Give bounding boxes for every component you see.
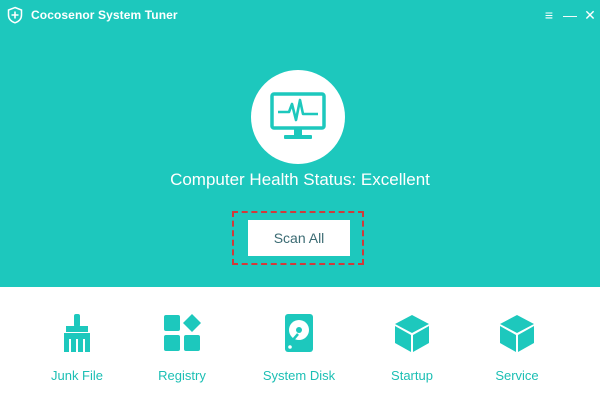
tool-label: Service xyxy=(495,368,539,383)
tool-label: Startup xyxy=(391,368,433,383)
health-badge xyxy=(251,70,345,164)
app-title: Cocosenor System Tuner xyxy=(31,8,178,22)
tool-startup[interactable]: Startup xyxy=(357,313,467,393)
tool-service[interactable]: Service xyxy=(462,313,572,393)
tools-panel: Junk File Registry System Disk Startup S… xyxy=(0,287,600,415)
broom-icon xyxy=(64,314,90,352)
cube-icon xyxy=(395,315,429,352)
minimize-icon[interactable]: — xyxy=(562,7,578,23)
shield-cross-icon xyxy=(7,6,23,24)
tool-system-disk[interactable]: System Disk xyxy=(244,313,354,393)
hard-disk-icon xyxy=(285,314,313,352)
scan-all-button[interactable]: Scan All xyxy=(248,220,350,256)
menu-icon[interactable]: ≡ xyxy=(541,7,557,23)
monitor-heartbeat-icon xyxy=(270,92,326,139)
grid-diamond-icon xyxy=(164,314,201,351)
cube-icon xyxy=(500,315,534,352)
tool-label: Junk File xyxy=(50,368,104,383)
top-panel: Cocosenor System Tuner ≡ — ✕ Computer He… xyxy=(0,0,600,287)
tool-label: System Disk xyxy=(262,368,336,383)
tool-junk-file[interactable]: Junk File xyxy=(22,313,132,393)
app-window: Cocosenor System Tuner ≡ — ✕ Computer He… xyxy=(0,0,600,415)
health-status-text: Computer Health Status: Excellent xyxy=(170,170,430,189)
close-icon[interactable]: ✕ xyxy=(582,7,598,23)
tool-label: Registry xyxy=(158,368,206,383)
tool-registry[interactable]: Registry xyxy=(127,313,237,393)
title-bar: Cocosenor System Tuner ≡ — ✕ xyxy=(0,0,600,30)
